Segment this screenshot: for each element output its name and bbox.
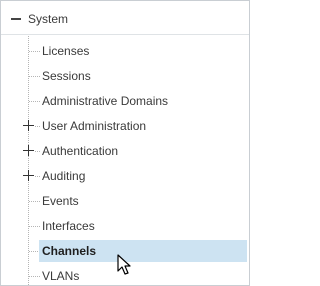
- mouse-pointer-icon: [117, 254, 131, 275]
- tree-node-label: Sessions: [42, 69, 91, 83]
- tree-node-label: Interfaces: [42, 219, 95, 233]
- tree-node-label: System: [28, 12, 69, 26]
- tree-node-administrative-domains[interactable]: Administrative Domains: [1, 90, 249, 112]
- tree-node-label: Channels: [42, 244, 97, 258]
- tree-node-label: Administrative Domains: [42, 94, 169, 108]
- tree-node-user-administration[interactable]: User Administration: [1, 115, 249, 137]
- expand-plus-icon[interactable]: [23, 145, 34, 156]
- tree-connector: [29, 226, 40, 227]
- tree-node-label: Licenses: [42, 44, 90, 58]
- tree-node-licenses[interactable]: Licenses: [1, 40, 249, 62]
- collapse-minus-icon[interactable]: [11, 18, 21, 20]
- tree-node-interfaces[interactable]: Interfaces: [1, 215, 249, 237]
- tree-node-label: Auditing: [42, 169, 86, 183]
- tree-node-events[interactable]: Events: [1, 190, 249, 212]
- tree-connector: [29, 276, 40, 277]
- tree-node-label: VLANs: [42, 269, 80, 283]
- navigation-tree-panel: System Licenses Sessions Administrative …: [0, 0, 250, 286]
- tree-node-label: Events: [42, 194, 79, 208]
- tree-node-label: User Administration: [42, 119, 147, 133]
- tree-node-auditing[interactable]: Auditing: [1, 165, 249, 187]
- divider: [1, 34, 249, 35]
- tree-connector: [29, 101, 40, 102]
- tree-node-sessions[interactable]: Sessions: [1, 65, 249, 87]
- tree-connector: [29, 201, 40, 202]
- expand-plus-icon[interactable]: [23, 170, 34, 181]
- tree-node-label: Authentication: [42, 144, 119, 158]
- tree-node-system[interactable]: System: [1, 8, 249, 30]
- tree-connector: [29, 51, 40, 52]
- tree-node-authentication[interactable]: Authentication: [1, 140, 249, 162]
- tree-connector: [29, 76, 40, 77]
- expand-plus-icon[interactable]: [23, 120, 34, 131]
